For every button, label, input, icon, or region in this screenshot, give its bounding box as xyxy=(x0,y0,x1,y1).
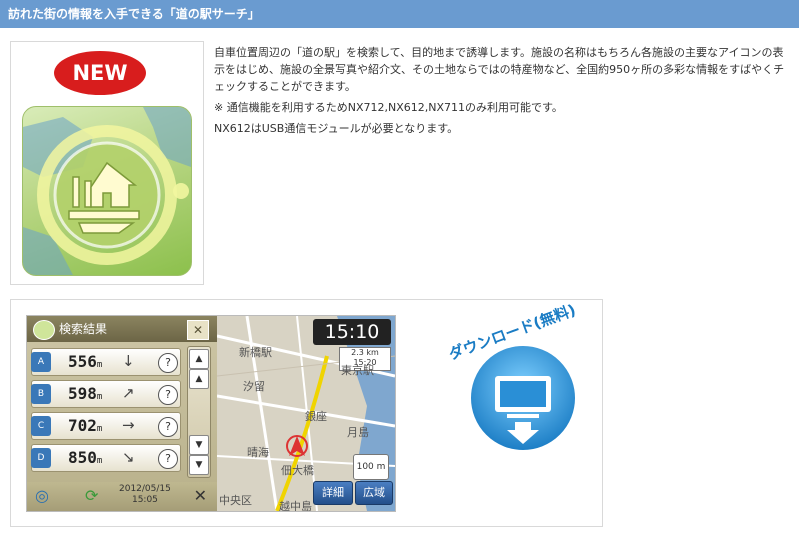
place-label: 新橋駅 xyxy=(239,346,272,359)
clock: 15:05 xyxy=(131,495,158,505)
list-header: 検索結果 ✕ xyxy=(27,316,217,342)
section-header: 訪れた街の情報を入手できる「道の駅サーチ」 xyxy=(0,0,799,28)
navi-screenshot: 検索結果 ✕ A 556m ↓ ? B 598m ↗ ? C 702m → ? xyxy=(26,315,396,512)
distance: 702m xyxy=(68,416,103,435)
tools-icon[interactable]: ✕ xyxy=(194,486,207,505)
search-result-list: 検索結果 ✕ A 556m ↓ ? B 598m ↗ ? C 702m → ? xyxy=(27,316,217,511)
place-label: 越中島 xyxy=(279,500,312,511)
scroll-top-icon[interactable]: ▲ xyxy=(189,349,209,369)
map-view[interactable]: 15:10 2.3 km 15:20 新橋駅 東京駅 汐留 銀座 晴海 中央区 … xyxy=(217,316,395,511)
section-title: 訪れた街の情報を入手できる「道の駅サーチ」 xyxy=(8,7,260,21)
globe-icon[interactable]: ◎ xyxy=(35,486,49,505)
screenshot-panel: 検索結果 ✕ A 556m ↓ ? B 598m ↗ ? C 702m → ? xyxy=(10,299,603,527)
result-row[interactable]: B 598m ↗ ? xyxy=(31,380,181,408)
new-badge: NEW xyxy=(54,51,146,95)
place-label: 銀座 xyxy=(305,410,327,423)
current-time: 15:10 xyxy=(313,319,391,345)
remaining-distance: 2.3 km xyxy=(351,348,379,357)
facility-icon: B xyxy=(31,384,51,404)
direction-arrow-icon: ↓ xyxy=(122,352,135,370)
scroll-down-icon[interactable]: ▼ xyxy=(189,435,209,455)
place-label: 東京駅 xyxy=(341,364,374,377)
direction-arrow-icon: ↗ xyxy=(122,384,135,402)
scroll-up-icon[interactable]: ▲ xyxy=(189,369,209,389)
place-label: 佃大橋 xyxy=(281,464,314,477)
description-note-1: ※ 通信機能を利用するためNX712,NX612,NX711のみ利用可能です。 xyxy=(214,101,563,114)
detail-button[interactable]: 詳細 xyxy=(313,481,353,505)
info-button[interactable]: ? xyxy=(158,385,178,405)
facility-icon: A xyxy=(31,352,51,372)
place-label: 晴海 xyxy=(247,446,269,459)
date-time: 2012/05/15 15:05 xyxy=(119,484,171,506)
refresh-icon[interactable]: ⟳ xyxy=(85,486,98,505)
date: 2012/05/15 xyxy=(119,484,171,494)
info-button[interactable]: ? xyxy=(158,353,178,373)
download-badge[interactable]: ダウンロード(無料) xyxy=(443,301,583,456)
result-row[interactable]: D 850m ↘ ? xyxy=(31,444,181,472)
distance: 556m xyxy=(68,352,103,371)
app-icon-panel: NEW xyxy=(10,41,204,285)
info-button[interactable]: ? xyxy=(158,417,178,437)
michi-no-eki-icon xyxy=(33,320,55,340)
info-button[interactable]: ? xyxy=(158,449,178,469)
result-row[interactable]: C 702m → ? xyxy=(31,412,181,440)
description-note-2: NX612はUSB通信モジュールが必要となります。 xyxy=(214,122,459,135)
direction-arrow-icon: → xyxy=(122,416,135,434)
close-icon[interactable]: ✕ xyxy=(187,320,209,340)
facility-icon: D xyxy=(31,448,51,468)
facility-icon: C xyxy=(31,416,51,436)
scale-indicator[interactable]: 100 m xyxy=(353,454,389,480)
scroll-bottom-icon[interactable]: ▼ xyxy=(189,455,209,475)
distance: 850m xyxy=(68,448,103,467)
place-label: 汐留 xyxy=(243,380,265,393)
michi-no-eki-app-icon xyxy=(22,106,192,276)
scrollbar[interactable]: ▲ ▲ ▼ ▼ xyxy=(187,346,211,478)
feature-description: 自車位置周辺の「道の駅」を検索して、目的地まで誘導します。施設の名称はもちろん各… xyxy=(214,44,789,141)
distance: 598m xyxy=(68,384,103,403)
result-row[interactable]: A 556m ↓ ? xyxy=(31,348,181,376)
description-main: 自車位置周辺の「道の駅」を検索して、目的地まで誘導します。施設の名称はもちろん各… xyxy=(214,46,785,93)
place-label: 中央区 xyxy=(219,494,252,507)
wide-area-button[interactable]: 広域 xyxy=(355,481,393,505)
place-label: 月島 xyxy=(347,426,369,439)
list-title: 検索結果 xyxy=(59,322,108,336)
direction-arrow-icon: ↘ xyxy=(122,448,135,466)
